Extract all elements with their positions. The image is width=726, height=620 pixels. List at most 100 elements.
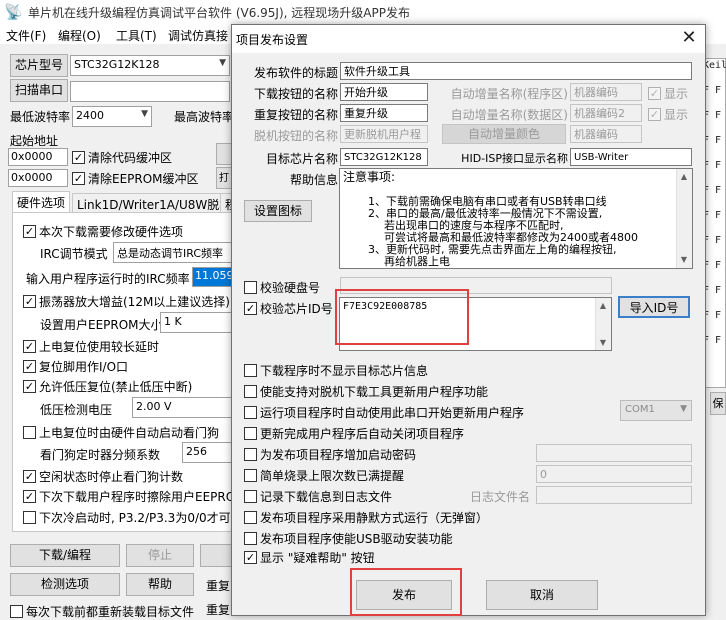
release-title-input[interactable]: 软件升级工具 xyxy=(340,62,692,80)
publish-highlight xyxy=(350,568,462,616)
log-file-name-input[interactable] xyxy=(536,486,692,504)
osc-gain-label: 振荡器放大增益(12M以上建议选择) xyxy=(39,295,230,309)
scroll-up-icon[interactable]: ▲ xyxy=(676,170,692,184)
auto-increment-data-input[interactable]: 机器编码2 xyxy=(570,104,642,122)
clear-code-buffer-label: 清除代码缓冲区 xyxy=(88,151,173,165)
tab-hardware-options[interactable]: 硬件选项 xyxy=(12,191,71,213)
reset-pin-io-label: 复位脚用作I/O口 xyxy=(39,360,129,374)
auto-increment-color-input[interactable]: 机器编码 xyxy=(570,125,642,143)
erase-eeprom-label: 下次下载用户程序时擦除用户EEPROM xyxy=(39,490,231,504)
help-button[interactable]: 帮助 xyxy=(126,573,194,596)
option-auto-close[interactable]: 更新完成用户程序后自动关闭项目程序 xyxy=(244,425,464,442)
low-voltage-value: 2.00 V xyxy=(136,400,172,413)
reload-target-checkbox[interactable]: 每次下载前都重新装载目标文件 xyxy=(10,603,194,620)
option-startup-password[interactable]: 为发布项目程序增加启动密码 xyxy=(244,446,416,463)
verify-chip-id-checkbox[interactable]: 校验芯片ID号 xyxy=(244,300,333,317)
import-id-button[interactable]: 导入ID号 xyxy=(618,296,690,318)
side-button-1[interactable] xyxy=(216,143,232,165)
show-program-checkbox[interactable]: 显示 xyxy=(648,85,688,102)
cold-start-checkbox[interactable]: 下次冷启动时, P3.2/P3.3为0/0才可 xyxy=(23,509,231,526)
cold-start-label: 下次冷启动时, P3.2/P3.3为0/0才可 xyxy=(39,511,231,525)
checkbox-checked-icon xyxy=(23,360,36,373)
eeprom-size-select[interactable]: 1 K xyxy=(160,312,232,333)
clear-eeprom-buffer-checkbox[interactable]: 清除EEPROM缓冲区 xyxy=(72,170,199,187)
option-show-help[interactable]: 显示 "疑难帮助" 按钮 xyxy=(244,549,375,566)
clear-eeprom-buffer-label: 清除EEPROM缓冲区 xyxy=(88,172,199,186)
download-button-name-input[interactable]: 开始升级 xyxy=(340,83,428,101)
tab-link1d-offline[interactable]: Link1D/Writer1A/U8W脱机 xyxy=(72,193,237,213)
menu-program[interactable]: 编程(O) xyxy=(58,27,101,44)
download-program-button[interactable]: 下载/编程 xyxy=(10,544,120,567)
stop-button[interactable]: 停止 xyxy=(126,544,194,567)
menu-debug[interactable]: 调试仿真接 xyxy=(168,27,228,44)
main-window-title: 单片机在线升级编程仿真调试平台软件 (V6.95J), 远程现场升级APP发布 xyxy=(28,6,410,20)
help-text-line: 可尝试将最高和最低波特率都修改为2400或者4800 xyxy=(384,231,638,244)
start-address-label: 起始地址 xyxy=(10,134,59,148)
scroll-down-icon[interactable]: ▼ xyxy=(676,253,692,267)
help-text-line: 1、下载前需确保电脑有串口或者有USB转串口线 xyxy=(368,195,607,208)
option-hide-chip-info[interactable]: 下载程序时不显示目标芯片信息 xyxy=(244,362,428,379)
option-startup-password-label: 为发布项目程序增加启动密码 xyxy=(260,448,417,462)
checkbox-checked-icon xyxy=(72,151,85,164)
irc-frequency-input[interactable]: 11.0592 xyxy=(192,267,234,287)
burn-limit-input[interactable]: 0 xyxy=(536,465,692,483)
checkbox-checked-icon xyxy=(23,470,36,483)
checkbox-empty-icon xyxy=(244,427,257,440)
detect-options-button[interactable]: 检测选项 xyxy=(10,573,120,596)
offline-button-name-input[interactable]: 更新脱机用户程 xyxy=(340,125,428,143)
extra-button[interactable] xyxy=(200,544,232,567)
cancel-button[interactable]: 取消 xyxy=(486,580,598,610)
target-chip-name-label: 目标芯片名称 xyxy=(265,152,338,166)
startup-password-input[interactable] xyxy=(536,444,692,462)
auto-increment-color-button[interactable]: 自动增量颜色 xyxy=(442,124,566,144)
hid-isp-name-label: HID-ISP接口显示名称 xyxy=(461,152,568,165)
checkbox-empty-icon xyxy=(244,406,257,419)
target-chip-name-input[interactable]: STC32G12K128 xyxy=(340,148,428,166)
set-icon-button[interactable]: 设置图标 xyxy=(244,200,312,222)
scroll-up-icon[interactable]: ▲ xyxy=(595,299,611,313)
option-show-help-label: 显示 "疑难帮助" 按钮 xyxy=(260,551,375,565)
chip-model-select[interactable]: STC32G12K128 ▼ xyxy=(70,55,230,76)
menu-tools[interactable]: 工具(T) xyxy=(116,27,157,44)
com-port-select[interactable]: COM1 ▼ xyxy=(620,400,692,421)
release-title-label: 发布软件的标题 xyxy=(253,66,338,80)
reset-pin-io-checkbox[interactable]: 复位脚用作I/O口 xyxy=(23,358,128,375)
irc-mode-select[interactable]: 总是动态调节IRC频率 xyxy=(113,242,233,263)
option-log-file[interactable]: 记录下载信息到日志文件 xyxy=(244,488,392,505)
verify-disk-checkbox[interactable]: 校验硬盘号 xyxy=(244,279,320,296)
save-button[interactable]: 保 xyxy=(710,392,726,415)
osc-gain-checkbox[interactable]: 振荡器放大增益(12M以上建议选择) xyxy=(23,293,230,310)
scroll-down-icon[interactable]: ▼ xyxy=(595,336,611,350)
show-data-checkbox[interactable]: 显示 xyxy=(648,106,688,123)
option-offline-update[interactable]: 使能支持对脱机下载工具更新用户程序功能 xyxy=(244,383,488,400)
serial-port-field[interactable] xyxy=(70,81,230,102)
auto-increment-program-input[interactable]: 机器编码 xyxy=(570,83,642,101)
watchdog-prescale-select[interactable]: 256 xyxy=(182,442,232,463)
close-icon[interactable]: ✕ xyxy=(678,27,700,49)
start-address-1-input[interactable]: 0x0000 xyxy=(8,148,68,166)
low-voltage-select[interactable]: 2.00 V xyxy=(132,397,232,418)
power-on-reset-delay-label: 上电复位使用较长延时 xyxy=(39,340,160,354)
option-burn-limit[interactable]: 简单烧录上限次数已满提醒 xyxy=(244,467,404,484)
erase-eeprom-checkbox[interactable]: 下次下载用户程序时擦除用户EEPROM xyxy=(23,488,231,505)
low-voltage-reset-checkbox[interactable]: 允许低压复位(禁止低压中断) xyxy=(23,378,192,395)
idle-stop-watchdog-checkbox[interactable]: 空闲状态时停止看门狗计数 xyxy=(23,468,183,485)
watchdog-on-power-checkbox[interactable]: 上电复位时由硬件自动启动看门狗 xyxy=(23,424,219,441)
min-baud-select[interactable]: 2400 ▼ xyxy=(72,106,152,127)
option-usb-driver[interactable]: 发布项目程序使能USB驱动安装功能 xyxy=(244,530,453,547)
dialog-title: 项目发布设置 xyxy=(236,33,309,47)
power-on-reset-delay-checkbox[interactable]: 上电复位使用较长延时 xyxy=(23,338,159,355)
start-address-2-input[interactable]: 0x0000 xyxy=(8,169,68,187)
repeat-label-1: 重复 xyxy=(206,579,231,593)
option-silent-mode[interactable]: 发布项目程序采用静默方式运行（无弹窗） xyxy=(244,509,488,526)
modify-hw-options-checkbox[interactable]: 本次下载需要修改硬件选项 xyxy=(23,223,183,240)
menu-file[interactable]: 文件(F) xyxy=(6,27,46,44)
option-auto-serial-update[interactable]: 运行项目程序时自动使用此串口开始更新用户程序 xyxy=(244,404,524,421)
clear-code-buffer-checkbox[interactable]: 清除代码缓冲区 xyxy=(72,149,172,166)
verify-disk-label: 校验硬盘号 xyxy=(260,281,321,295)
scan-serial-button[interactable]: 扫描串口 xyxy=(10,79,68,102)
side-button-2[interactable]: 打 xyxy=(216,167,232,189)
repeat-button-name-input[interactable]: 重复升级 xyxy=(340,104,428,122)
hid-isp-name-input[interactable]: USB-Writer xyxy=(570,148,692,166)
modify-hw-options-label: 本次下载需要修改硬件选项 xyxy=(39,225,184,239)
